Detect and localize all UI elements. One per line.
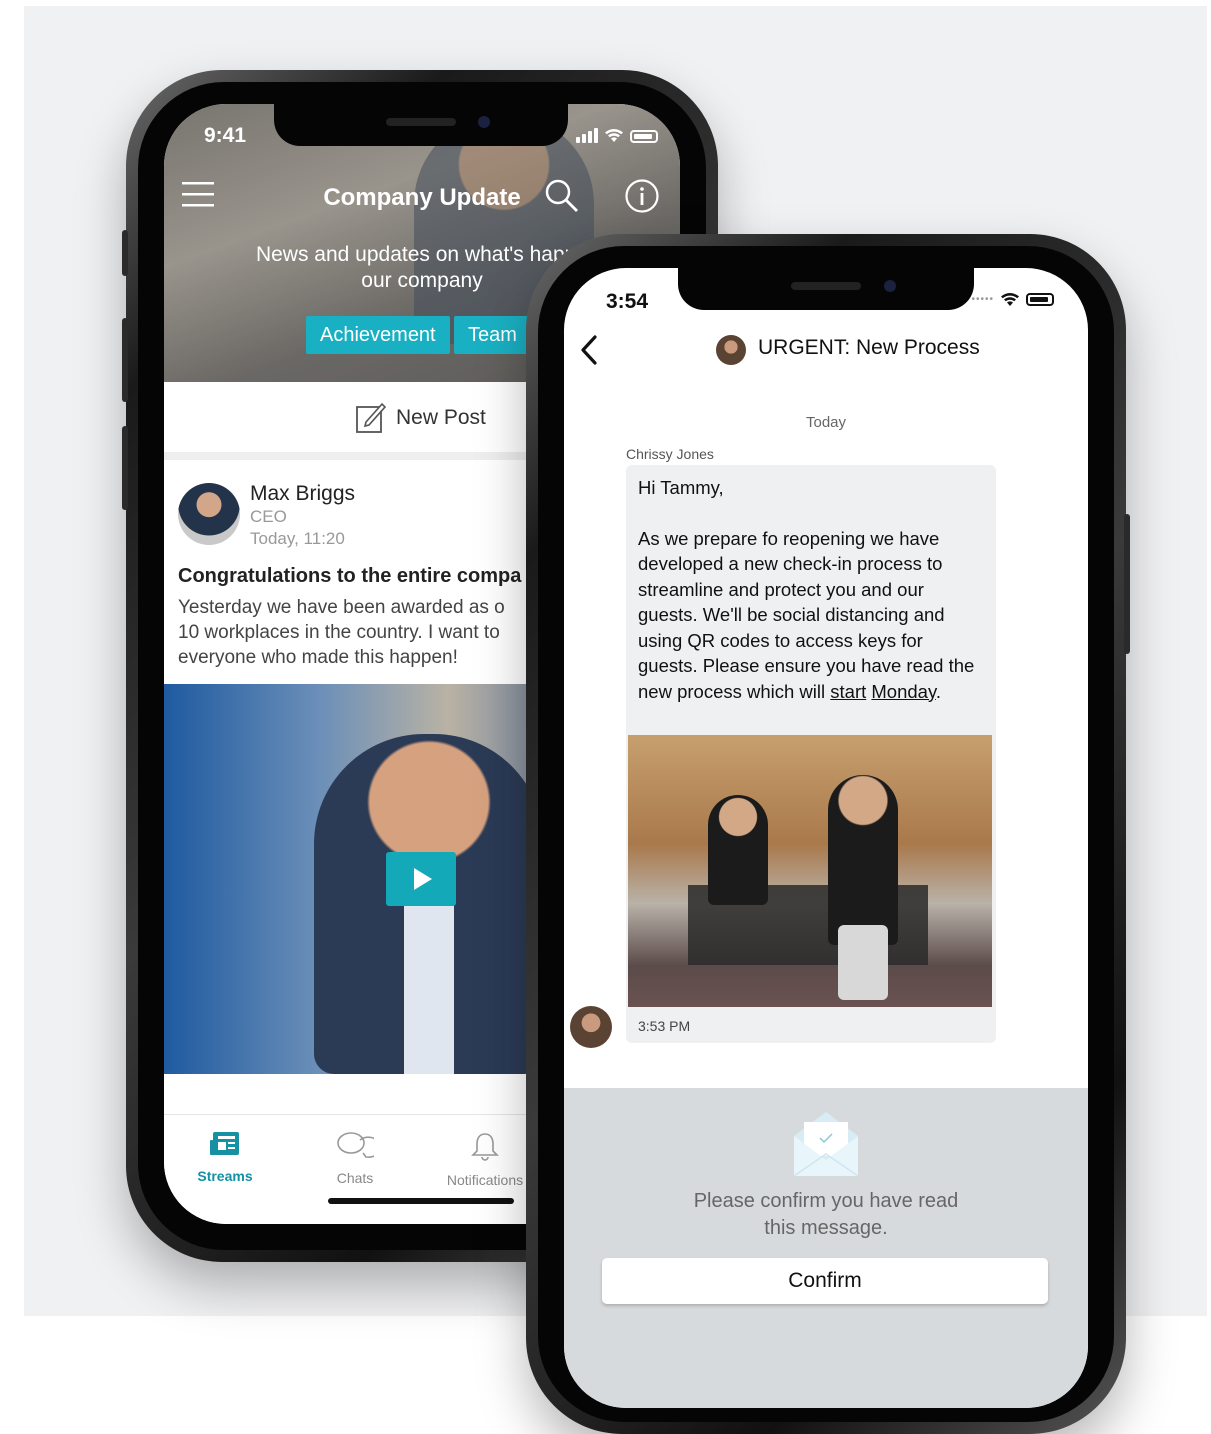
tab-label: Notifications — [446, 1172, 524, 1188]
post-author-role: CEO — [250, 507, 287, 526]
front-camera — [478, 116, 490, 128]
tab-label: Streams — [197, 1168, 253, 1184]
avatar — [716, 335, 746, 365]
chat-title[interactable]: URGENT: New Process — [758, 336, 980, 360]
confirm-prompt-line: Please confirm you have read — [693, 1190, 959, 1212]
confirm-prompt: Please confirm you have read this messag… — [564, 1188, 1088, 1242]
envelope-check-icon — [793, 1112, 859, 1177]
new-post-button[interactable]: New Post — [356, 402, 486, 434]
signal-icon — [576, 128, 598, 143]
message-body: As we prepare fo reopening we have devel… — [638, 527, 975, 702]
tab-chats[interactable]: Chats — [300, 1131, 410, 1186]
message-text: Hi Tammy, As we prepare fo reopening we … — [638, 475, 978, 704]
photo-detail — [838, 925, 888, 1000]
phone-chat: 3:54 ••••• URGENT: New Process Today Chr… — [526, 234, 1130, 1434]
confirm-button[interactable]: Confirm — [602, 1258, 1048, 1304]
speaker — [791, 282, 861, 290]
volume-up-button — [122, 318, 128, 402]
back-chevron-icon[interactable] — [578, 334, 600, 366]
search-icon[interactable] — [544, 178, 580, 214]
notch — [678, 268, 974, 310]
message-greeting: Hi Tammy, — [638, 477, 724, 498]
tab-notifications[interactable]: Notifications — [430, 1131, 540, 1188]
status-icons: ••••• — [971, 292, 1054, 307]
power-button — [1124, 514, 1130, 654]
phone-screen: 3:54 ••••• URGENT: New Process Today Chr… — [564, 268, 1088, 1408]
chat-bubbles-icon — [337, 1132, 382, 1158]
photo-detail — [708, 795, 768, 905]
volume-down-button — [122, 426, 128, 510]
channel-title: Company Update — [323, 184, 521, 211]
tab-label: Chats — [336, 1170, 374, 1186]
post-timestamp: Today, 11:20 — [250, 529, 345, 548]
message-link-start[interactable]: start — [830, 681, 866, 702]
info-icon[interactable] — [624, 178, 660, 214]
message-period: . — [935, 680, 941, 702]
home-indicator — [328, 1198, 514, 1204]
news-icon — [210, 1132, 239, 1155]
tag-team[interactable]: Team — [454, 316, 531, 354]
front-camera — [884, 280, 896, 292]
date-separator: Today — [805, 414, 847, 431]
message-sender: Chrissy Jones — [626, 446, 714, 462]
status-time: 3:54 — [606, 290, 649, 313]
message-image[interactable] — [628, 735, 992, 1007]
signal-icon: ••••• — [971, 294, 994, 305]
status-time: 9:41 — [204, 124, 247, 147]
wifi-icon — [605, 129, 623, 142]
chat-header: URGENT: New Process — [564, 326, 1088, 376]
bell-icon — [471, 1133, 499, 1161]
status-icons — [576, 128, 658, 143]
compose-icon — [356, 402, 386, 433]
battery-icon — [1026, 293, 1054, 306]
mute-switch — [122, 230, 128, 276]
battery-icon — [630, 130, 658, 143]
tag-achievement[interactable]: Achievement — [306, 316, 450, 354]
avatar[interactable] — [178, 483, 240, 545]
message-time: 3:53 PM — [638, 1018, 691, 1034]
photo-detail — [828, 775, 898, 945]
play-button[interactable] — [386, 852, 456, 906]
confirm-prompt-line: this message. — [764, 1217, 888, 1239]
post-author[interactable]: Max Briggs — [250, 482, 355, 506]
message-bubble[interactable]: Hi Tammy, As we prepare fo reopening we … — [626, 465, 996, 1043]
speaker — [386, 118, 456, 126]
confirm-panel: Please confirm you have read this messag… — [564, 1088, 1088, 1408]
new-post-label: New Post — [396, 406, 486, 429]
post-title: Congratulations to the entire compa — [178, 565, 522, 587]
wifi-icon — [1001, 293, 1019, 306]
sender-avatar[interactable] — [570, 1006, 612, 1048]
message-link-monday[interactable]: Monday — [871, 681, 935, 702]
tab-streams[interactable]: Streams — [170, 1131, 280, 1184]
notch — [274, 104, 568, 146]
